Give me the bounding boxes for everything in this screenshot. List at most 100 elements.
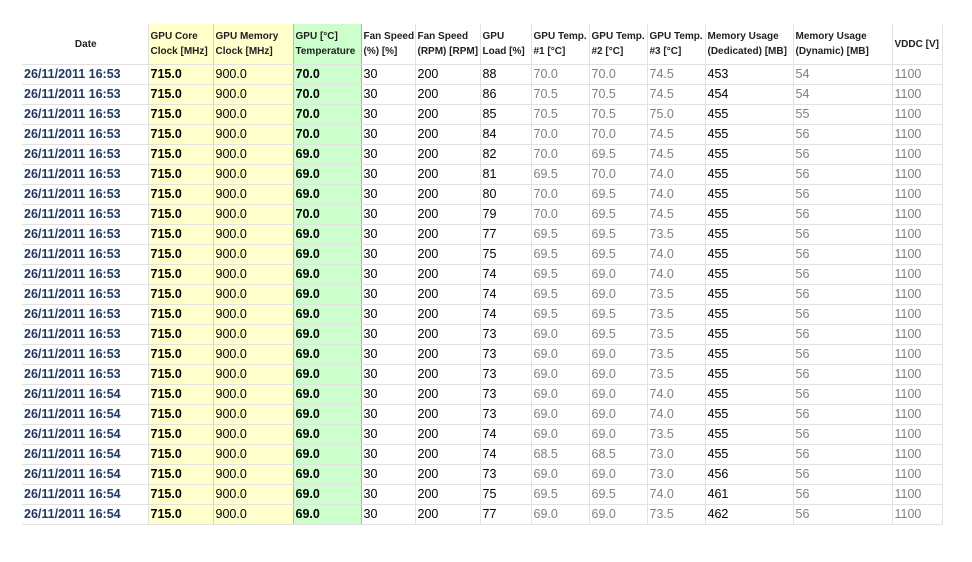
cell-rpm[interactable]: 200 xyxy=(415,124,481,145)
header-memory-dedicated[interactable]: Memory Usage (Dedicated) [MB] xyxy=(705,24,794,65)
cell-mem[interactable]: 900.0 xyxy=(213,424,294,445)
cell-date[interactable]: 26/11/2011 16:53 xyxy=(22,244,149,265)
cell-mem[interactable]: 900.0 xyxy=(213,304,294,325)
cell-dyn[interactable]: 56 xyxy=(793,464,893,485)
cell-core[interactable]: 715.0 xyxy=(148,144,214,165)
header-memory-dynamic[interactable]: Memory Usage (Dynamic) [MB] xyxy=(793,24,893,65)
cell-t2[interactable]: 70.0 xyxy=(589,124,648,145)
cell-temp[interactable]: 70.0 xyxy=(293,64,362,85)
cell-temp[interactable]: 69.0 xyxy=(293,344,362,365)
cell-temp[interactable]: 69.0 xyxy=(293,364,362,385)
cell-dedi[interactable]: 461 xyxy=(705,484,794,505)
cell-t3[interactable]: 74.5 xyxy=(647,124,706,145)
cell-t1[interactable]: 70.5 xyxy=(531,84,590,105)
cell-dedi[interactable]: 454 xyxy=(705,84,794,105)
cell-load[interactable]: 73 xyxy=(480,364,532,385)
cell-load[interactable]: 81 xyxy=(480,164,532,185)
cell-rpm[interactable]: 200 xyxy=(415,484,481,505)
cell-rpm[interactable]: 200 xyxy=(415,64,481,85)
cell-temp[interactable]: 69.0 xyxy=(293,224,362,245)
cell-vddc[interactable]: 1100 xyxy=(892,64,943,85)
cell-mem[interactable]: 900.0 xyxy=(213,464,294,485)
cell-t1[interactable]: 70.0 xyxy=(531,184,590,205)
cell-vddc[interactable]: 1100 xyxy=(892,384,943,405)
cell-core[interactable]: 715.0 xyxy=(148,124,214,145)
cell-dedi[interactable]: 462 xyxy=(705,504,794,525)
cell-temp[interactable]: 69.0 xyxy=(293,304,362,325)
cell-vddc[interactable]: 1100 xyxy=(892,104,943,125)
cell-date[interactable]: 26/11/2011 16:53 xyxy=(22,84,149,105)
cell-temp[interactable]: 69.0 xyxy=(293,144,362,165)
cell-mem[interactable]: 900.0 xyxy=(213,264,294,285)
cell-dyn[interactable]: 56 xyxy=(793,284,893,305)
cell-load[interactable]: 73 xyxy=(480,384,532,405)
cell-core[interactable]: 715.0 xyxy=(148,324,214,345)
cell-t3[interactable]: 74.0 xyxy=(647,184,706,205)
cell-fan[interactable]: 30 xyxy=(361,144,416,165)
cell-t2[interactable]: 69.5 xyxy=(589,204,648,225)
cell-dyn[interactable]: 56 xyxy=(793,304,893,325)
cell-date[interactable]: 26/11/2011 16:53 xyxy=(22,164,149,185)
cell-fan[interactable]: 30 xyxy=(361,484,416,505)
cell-mem[interactable]: 900.0 xyxy=(213,124,294,145)
cell-t3[interactable]: 73.5 xyxy=(647,304,706,325)
cell-t2[interactable]: 69.5 xyxy=(589,144,648,165)
cell-rpm[interactable]: 200 xyxy=(415,324,481,345)
cell-t2[interactable]: 68.5 xyxy=(589,444,648,465)
cell-fan[interactable]: 30 xyxy=(361,64,416,85)
cell-fan[interactable]: 30 xyxy=(361,364,416,385)
cell-t3[interactable]: 74.0 xyxy=(647,404,706,425)
cell-t1[interactable]: 69.0 xyxy=(531,364,590,385)
cell-t2[interactable]: 69.0 xyxy=(589,464,648,485)
cell-mem[interactable]: 900.0 xyxy=(213,384,294,405)
cell-temp[interactable]: 69.0 xyxy=(293,184,362,205)
cell-fan[interactable]: 30 xyxy=(361,104,416,125)
cell-core[interactable]: 715.0 xyxy=(148,364,214,385)
cell-dyn[interactable]: 55 xyxy=(793,104,893,125)
cell-vddc[interactable]: 1100 xyxy=(892,324,943,345)
cell-fan[interactable]: 30 xyxy=(361,164,416,185)
cell-t2[interactable]: 69.0 xyxy=(589,424,648,445)
cell-dedi[interactable]: 455 xyxy=(705,104,794,125)
header-gpu-temp-1[interactable]: GPU Temp. #1 [°C] xyxy=(531,24,590,65)
cell-t2[interactable]: 69.5 xyxy=(589,304,648,325)
cell-t2[interactable]: 69.0 xyxy=(589,344,648,365)
cell-dedi[interactable]: 455 xyxy=(705,144,794,165)
cell-t3[interactable]: 75.0 xyxy=(647,104,706,125)
cell-t1[interactable]: 69.0 xyxy=(531,344,590,365)
cell-dyn[interactable]: 56 xyxy=(793,124,893,145)
cell-temp[interactable]: 69.0 xyxy=(293,424,362,445)
cell-t1[interactable]: 69.5 xyxy=(531,164,590,185)
cell-dedi[interactable]: 455 xyxy=(705,344,794,365)
cell-t1[interactable]: 69.0 xyxy=(531,384,590,405)
cell-fan[interactable]: 30 xyxy=(361,324,416,345)
cell-load[interactable]: 73 xyxy=(480,344,532,365)
cell-rpm[interactable]: 200 xyxy=(415,204,481,225)
header-gpu-temp-2[interactable]: GPU Temp. #2 [°C] xyxy=(589,24,648,65)
cell-t3[interactable]: 73.0 xyxy=(647,464,706,485)
cell-t2[interactable]: 69.5 xyxy=(589,484,648,505)
cell-t3[interactable]: 73.5 xyxy=(647,284,706,305)
cell-rpm[interactable]: 200 xyxy=(415,224,481,245)
cell-temp[interactable]: 69.0 xyxy=(293,444,362,465)
cell-temp[interactable]: 69.0 xyxy=(293,264,362,285)
cell-date[interactable]: 26/11/2011 16:53 xyxy=(22,204,149,225)
cell-rpm[interactable]: 200 xyxy=(415,284,481,305)
cell-dedi[interactable]: 455 xyxy=(705,444,794,465)
cell-core[interactable]: 715.0 xyxy=(148,504,214,525)
cell-t3[interactable]: 73.5 xyxy=(647,324,706,345)
cell-fan[interactable]: 30 xyxy=(361,204,416,225)
cell-load[interactable]: 74 xyxy=(480,304,532,325)
cell-rpm[interactable]: 200 xyxy=(415,444,481,465)
cell-t1[interactable]: 70.0 xyxy=(531,204,590,225)
cell-mem[interactable]: 900.0 xyxy=(213,204,294,225)
cell-mem[interactable]: 900.0 xyxy=(213,184,294,205)
cell-temp[interactable]: 69.0 xyxy=(293,324,362,345)
cell-temp[interactable]: 69.0 xyxy=(293,484,362,505)
cell-rpm[interactable]: 200 xyxy=(415,344,481,365)
cell-mem[interactable]: 900.0 xyxy=(213,164,294,185)
cell-vddc[interactable]: 1100 xyxy=(892,404,943,425)
cell-date[interactable]: 26/11/2011 16:53 xyxy=(22,64,149,85)
cell-load[interactable]: 82 xyxy=(480,144,532,165)
cell-date[interactable]: 26/11/2011 16:53 xyxy=(22,364,149,385)
